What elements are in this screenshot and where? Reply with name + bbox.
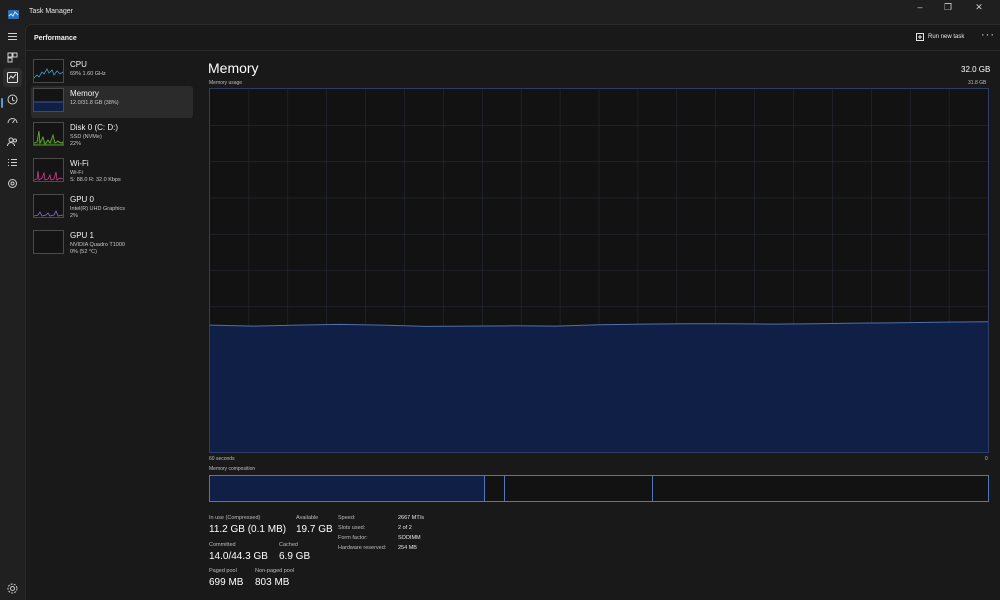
left-navigation <box>0 24 25 600</box>
sidebar-item-memory[interactable]: Memory 12.0/31.8 GB (38%) <box>31 86 193 118</box>
header-divider <box>26 50 1000 51</box>
processes-icon[interactable] <box>6 51 19 64</box>
sidebar-item-label: GPU 0 <box>70 195 95 204</box>
composition-free <box>653 476 988 501</box>
composition-in-use <box>210 476 485 501</box>
startup-icon[interactable] <box>6 114 19 127</box>
sidebar-item-gpu-0[interactable]: GPU 0 Intel(R) UHD Graphics 2% <box>31 192 193 224</box>
performance-icon[interactable] <box>3 68 22 87</box>
services-icon[interactable] <box>6 177 19 190</box>
form-factor-label: Form factor: <box>338 535 368 541</box>
sidebar-item-label: Memory <box>70 89 99 98</box>
sidebar-item-detail: NVIDIA Quadro T1000 <box>70 242 125 248</box>
composition-modified <box>485 476 505 501</box>
sidebar-item-detail-2: S: 88.0 R: 32.0 Kbps <box>70 177 121 183</box>
available-value: 19.7 GB <box>296 524 333 535</box>
window-title: Task Manager <box>29 8 73 15</box>
gpu-0-thumbnail <box>33 194 64 218</box>
settings-icon[interactable] <box>6 582 19 595</box>
cached-value: 6.9 GB <box>279 551 311 562</box>
title-bar: Task Manager – ❐ ✕ <box>0 0 1000 24</box>
hardware-reserved-value: 254 MB <box>398 545 417 551</box>
minimize-button[interactable]: – <box>905 0 935 14</box>
hardware-reserved-label: Hardware reserved: <box>338 545 387 551</box>
form-factor-value: SODIMM <box>398 535 421 541</box>
memory-thumbnail <box>33 88 64 112</box>
resource-title: Memory <box>208 60 259 76</box>
memory-usage-max: 31.8 GB <box>968 80 987 86</box>
in-use-label: In use (Compressed) <box>209 515 261 521</box>
sidebar-item-detail: Wi-Fi <box>70 170 83 176</box>
sidebar-item-detail-2: 2% <box>70 213 78 219</box>
cached-label: Cached <box>279 542 298 548</box>
memory-usage-label: Memory usage <box>209 80 243 86</box>
slots-used-value: 2 of 2 <box>398 525 412 531</box>
run-task-icon <box>916 33 924 41</box>
sidebar-item-label: Wi-Fi <box>70 159 89 168</box>
in-use-value: 11.2 GB (0.1 MB) <box>209 524 287 535</box>
close-button[interactable]: ✕ <box>964 0 994 14</box>
time-axis-start: 60 seconds <box>209 456 235 462</box>
sidebar-item-detail: 12.0/31.8 GB (38%) <box>70 100 119 106</box>
speed-label: Speed: <box>338 515 356 521</box>
time-axis-end: 0 <box>985 456 988 462</box>
sidebar-item-wifi[interactable]: Wi-Fi Wi-Fi S: 88.0 R: 32.0 Kbps <box>31 156 193 188</box>
sidebar-item-detail-2: 22% <box>70 141 82 147</box>
paged-pool-value: 699 MB <box>209 577 244 588</box>
sidebar-item-detail: Intel(R) UHD Graphics <box>70 206 126 212</box>
available-label: Available <box>296 515 319 521</box>
active-nav-indicator <box>1 98 3 108</box>
cpu-thumbnail <box>33 59 64 83</box>
more-options-button[interactable]: ··· <box>981 29 995 41</box>
sidebar-item-detail: SSD (NVMe) <box>70 134 102 140</box>
paged-pool-label: Paged pool <box>209 568 237 574</box>
memory-composition-bar <box>209 475 989 502</box>
memory-composition-label: Memory composition <box>209 466 256 472</box>
sidebar-item-detail-2: 0% (52 °C) <box>70 249 97 255</box>
disk-thumbnail <box>33 122 64 146</box>
hamburger-icon[interactable] <box>6 30 19 43</box>
run-new-task-button[interactable]: Run new task <box>916 33 964 41</box>
sidebar-item-detail: 69% 1.60 GHz <box>70 71 106 77</box>
details-icon[interactable] <box>6 156 19 169</box>
sidebar-item-gpu-1[interactable]: GPU 1 NVIDIA Quadro T1000 0% (52 °C) <box>31 228 193 260</box>
run-new-task-label: Run new task <box>928 34 965 40</box>
non-paged-pool-label: Non-paged pool <box>255 568 295 574</box>
slots-used-label: Slots used: <box>338 525 366 531</box>
sidebar-item-cpu[interactable]: CPU 69% 1.60 GHz <box>31 57 193 89</box>
sidebar-item-label: CPU <box>70 60 87 69</box>
speed-value: 2667 MT/s <box>398 515 424 521</box>
users-icon[interactable] <box>6 135 19 148</box>
sidebar-item-disk-0[interactable]: Disk 0 (C: D:) SSD (NVMe) 22% <box>31 120 193 152</box>
page-title: Performance <box>34 35 77 42</box>
sidebar-item-label: Disk 0 (C: D:) <box>70 123 118 132</box>
composition-standby <box>505 476 653 501</box>
resource-total: 32.0 GB <box>961 65 991 74</box>
app-history-icon[interactable] <box>6 93 19 106</box>
wifi-thumbnail <box>33 158 64 182</box>
committed-value: 14.0/44.3 GB <box>209 551 268 562</box>
content-panel: Performance Run new task ··· CPU 69% 1.6… <box>25 24 1000 600</box>
restore-button[interactable]: ❐ <box>933 0 963 14</box>
sidebar-item-label: GPU 1 <box>70 231 95 240</box>
committed-label: Committed <box>209 542 236 548</box>
memory-usage-graph <box>209 88 989 453</box>
non-paged-pool-value: 803 MB <box>255 577 290 588</box>
memory-usage-area <box>210 321 988 452</box>
gpu-1-thumbnail <box>33 230 64 254</box>
task-manager-app-icon <box>8 6 19 19</box>
